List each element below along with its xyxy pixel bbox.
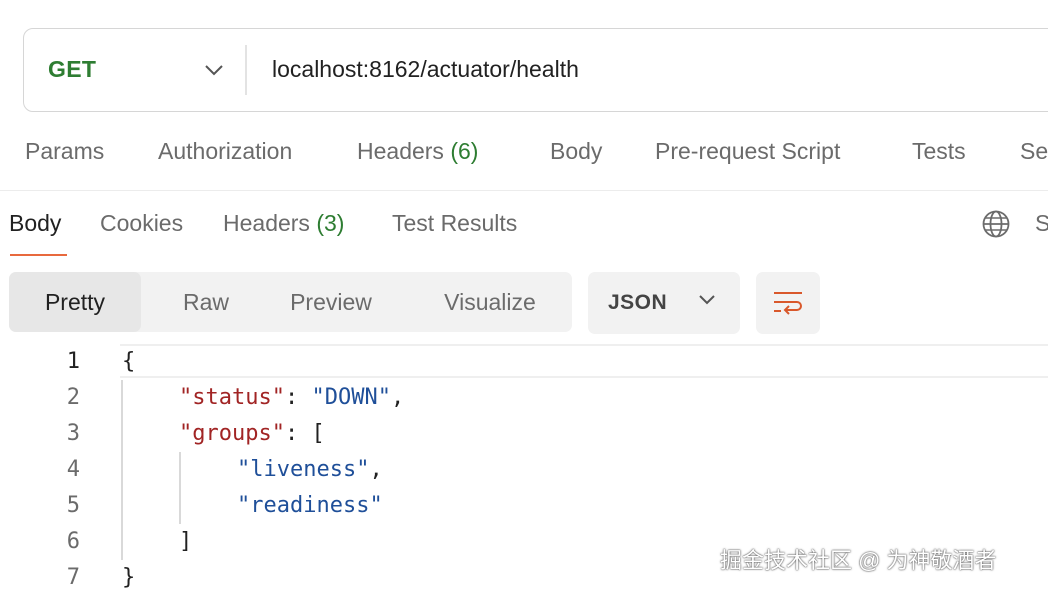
line-number: 6 (66, 529, 80, 554)
active-tab-indicator (10, 254, 67, 256)
line-number: 2 (66, 385, 80, 410)
line-number: 4 (66, 457, 80, 482)
request-tabs: Params Authorization Headers (6) Body Pr… (0, 138, 1048, 190)
response-tab-headers[interactable]: Headers (3) (223, 210, 344, 237)
watermark: 掘金技术社区 @ 为神敬酒者 (720, 548, 997, 573)
tab-settings[interactable]: Se (1020, 138, 1048, 165)
response-status-label: S (1035, 210, 1048, 236)
view-visualize-button[interactable]: Visualize (424, 272, 556, 332)
line-number: 1 (66, 349, 80, 374)
tab-pre-request-script[interactable]: Pre-request Script (655, 138, 840, 165)
line-number: 5 (66, 493, 80, 518)
method-select[interactable]: GET (48, 29, 248, 110)
line-number: 7 (66, 565, 80, 590)
code-text: "status": "DOWN", (179, 385, 405, 410)
code-line: 5 "readiness" (0, 488, 1048, 524)
response-tab-test-results[interactable]: Test Results (392, 210, 517, 237)
tab-tests[interactable]: Tests (912, 138, 966, 165)
method-label: GET (48, 56, 97, 82)
view-raw-button[interactable]: Raw (152, 272, 260, 332)
headers-count: (6) (450, 138, 479, 164)
code-text: "readiness" (237, 493, 383, 518)
tab-authorization[interactable]: Authorization (158, 138, 292, 165)
response-headers-count: (3) (316, 210, 345, 236)
code-line: 1 { (0, 344, 1048, 380)
request-url-bar: GET localhost:8162/actuator/health (23, 28, 1048, 112)
tab-headers[interactable]: Headers (6) (357, 138, 478, 165)
code-line: 2 "status": "DOWN", (0, 380, 1048, 416)
code-text: { (122, 349, 136, 374)
tab-body[interactable]: Body (550, 138, 602, 165)
view-preview-button[interactable]: Preview (271, 272, 391, 332)
chevron-down-icon (205, 64, 223, 75)
format-select-value: JSON (608, 291, 668, 314)
wrap-lines-button[interactable] (756, 272, 820, 334)
divider (245, 45, 247, 95)
line-number: 3 (66, 421, 80, 446)
code-line: 4 "liveness", (0, 452, 1048, 488)
response-tab-body[interactable]: Body (9, 210, 61, 237)
tab-params[interactable]: Params (25, 138, 104, 165)
code-line: 3 "groups": [ (0, 416, 1048, 452)
wrap-lines-icon (774, 292, 802, 315)
globe-icon[interactable] (981, 209, 1011, 239)
code-text: } (122, 565, 136, 590)
code-text: "groups": [ (179, 421, 325, 446)
format-select[interactable]: JSON (588, 272, 740, 334)
url-input[interactable]: localhost:8162/actuator/health (272, 29, 579, 110)
code-text: "liveness", (237, 457, 383, 482)
divider (0, 190, 1048, 191)
code-text: ] (179, 529, 193, 554)
view-mode-group: Pretty Raw Preview Visualize (9, 272, 572, 332)
chevron-down-icon (699, 295, 715, 305)
response-tab-cookies[interactable]: Cookies (100, 210, 183, 237)
view-pretty-button[interactable]: Pretty (9, 272, 141, 332)
